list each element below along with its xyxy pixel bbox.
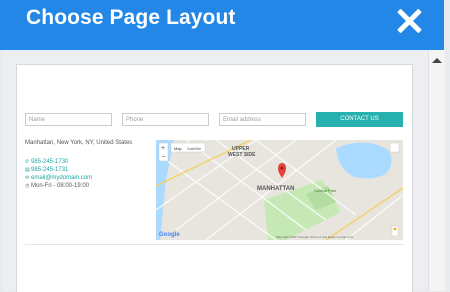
map-type-satellite[interactable]: Satellite: [187, 146, 202, 151]
phone-1-text: 985-245-1730: [31, 159, 69, 165]
google-map[interactable]: Map Satellite + − UPPER WEST SIDE MANHAT…: [156, 140, 403, 240]
google-logo: Google: [159, 232, 180, 238]
map-canvas[interactable]: Map Satellite + − UPPER WEST SIDE MANHAT…: [156, 140, 403, 240]
page-layout-modal: Choose Page Layout Name Phone Email addr…: [0, 0, 450, 292]
layout-preview-card[interactable]: Name Phone Email address CONTACT US Manh…: [16, 64, 413, 292]
email-link[interactable]: ✉ email@mydomain.com: [25, 174, 92, 182]
address-text: Manhattan, New York, NY, United States: [25, 140, 133, 146]
zoom-in-icon[interactable]: +: [161, 145, 165, 152]
map-label-central-park: Central Park: [314, 188, 336, 193]
phone-1: ✆ 985-245-1730: [25, 158, 68, 166]
email-field[interactable]: Email address: [219, 113, 306, 126]
scroll-up-arrow-icon[interactable]: [432, 58, 442, 63]
phone-2: ▤985-245-1731: [25, 166, 68, 174]
map-label-manhattan: MANHATTAN: [257, 186, 294, 192]
hours: ◷ Mon-Fri - 08:00-19:00: [25, 182, 89, 190]
name-field[interactable]: Name: [25, 113, 112, 126]
close-icon[interactable]: [396, 8, 422, 34]
map-label-west-side: WEST SIDE: [228, 152, 256, 158]
phone-field[interactable]: Phone: [122, 113, 209, 126]
fullscreen-icon[interactable]: [389, 142, 400, 153]
phone-2-text: 985-245-1731: [31, 167, 69, 173]
email-text[interactable]: email@mydomain.com: [31, 175, 92, 181]
zoom-out-icon[interactable]: −: [162, 154, 166, 161]
hours-text: Mon-Fri - 08:00-19:00: [31, 183, 90, 189]
divider: [25, 244, 403, 245]
street-view-icon[interactable]: [393, 227, 397, 231]
modal-title: Choose Page Layout: [26, 6, 236, 29]
map-footer: Map data ©2017 Google Terms of Use Repor…: [276, 235, 353, 239]
scrollbar[interactable]: [428, 50, 445, 291]
map-type-map[interactable]: Map: [174, 146, 183, 151]
modal-header: Choose Page Layout: [0, 0, 444, 50]
contact-us-button[interactable]: CONTACT US: [316, 112, 403, 127]
